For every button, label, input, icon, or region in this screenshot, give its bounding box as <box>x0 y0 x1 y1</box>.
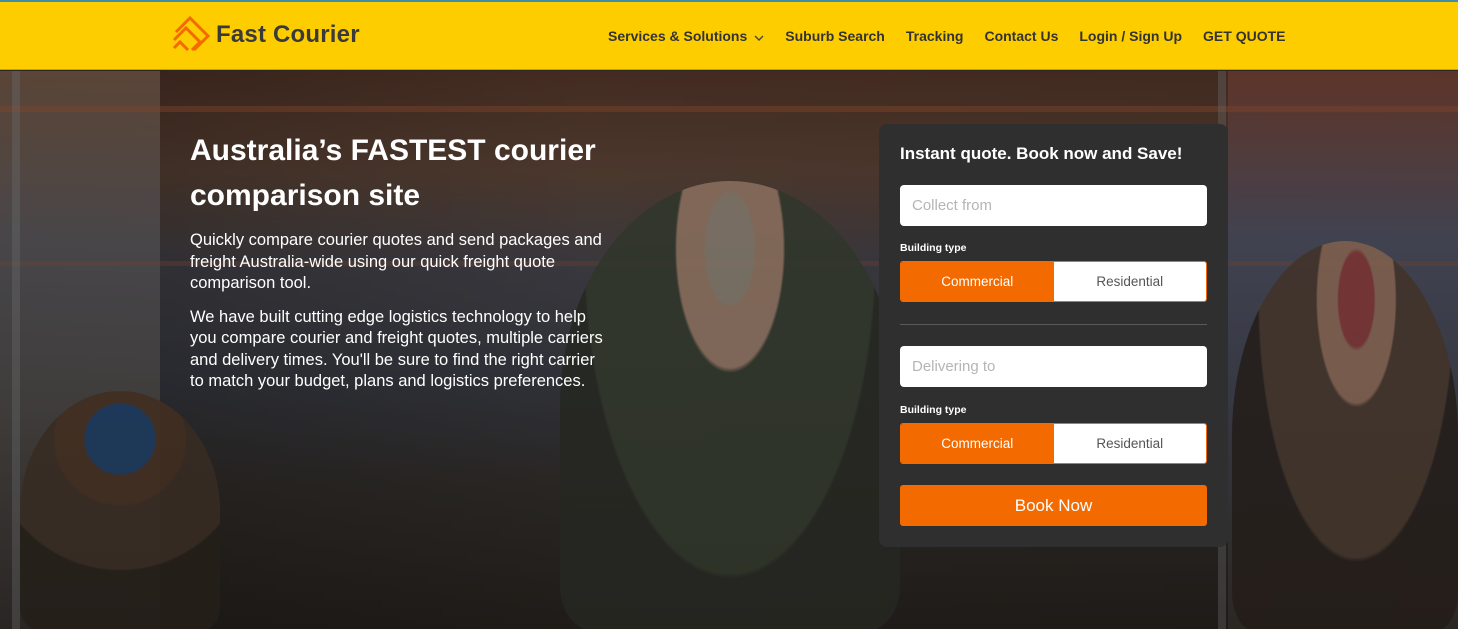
collect-building-type-label: Building type <box>900 242 967 254</box>
nav-label: Services & Solutions <box>608 28 748 44</box>
nav-label: Suburb Search <box>785 28 885 44</box>
quote-card-title: Instant quote. Book now and Save! <box>900 144 1183 163</box>
nav-services-solutions[interactable]: Services & Solutions <box>608 28 764 44</box>
instant-quote-card: Instant quote. Book now and Save! Buildi… <box>879 124 1228 547</box>
collect-from-input[interactable] <box>900 185 1207 226</box>
logo-icon <box>172 16 210 52</box>
hero-section: Australia’s FASTEST courier comparison s… <box>0 71 1458 629</box>
hero-paragraph-2: We have built cutting edge logistics tec… <box>190 307 603 391</box>
deliver-commercial-option[interactable]: Commercial <box>901 424 1054 463</box>
deliver-building-type-label: Building type <box>900 404 967 416</box>
deliver-building-type-toggle: Commercial Residential <box>900 423 1207 464</box>
book-now-button[interactable]: Book Now <box>900 485 1207 526</box>
nav-contact-us[interactable]: Contact Us <box>984 28 1058 44</box>
hero-paragraph-1: Quickly compare courier quotes and send … <box>190 231 602 292</box>
site-header: Fast Courier Services & Solutions Suburb… <box>0 2 1458 70</box>
delivering-to-input[interactable] <box>900 346 1207 387</box>
deliver-residential-option[interactable]: Residential <box>1053 424 1206 463</box>
hero-copy: Australia’s FASTEST courier comparison s… <box>190 128 610 393</box>
chevron-down-icon <box>754 28 764 44</box>
main-nav: Services & Solutions Suburb Search Track… <box>608 26 1285 46</box>
logo-text: Fast Courier <box>216 21 360 48</box>
nav-label: Tracking <box>905 28 964 44</box>
collect-residential-option[interactable]: Residential <box>1053 262 1206 301</box>
nav-login-signup[interactable]: Login / Sign Up <box>1079 28 1182 44</box>
form-divider <box>900 324 1207 325</box>
nav-tracking[interactable]: Tracking <box>906 28 964 44</box>
nav-label: Login / Sign Up <box>1079 28 1183 44</box>
nav-get-quote[interactable]: GET QUOTE <box>1203 28 1285 44</box>
nav-label: GET QUOTE <box>1203 28 1286 44</box>
nav-suburb-search[interactable]: Suburb Search <box>785 28 885 44</box>
collect-commercial-option[interactable]: Commercial <box>901 262 1054 301</box>
hero-headline: Australia’s FASTEST courier comparison s… <box>190 134 596 212</box>
nav-label: Contact Us <box>984 28 1059 44</box>
logo[interactable]: Fast Courier <box>172 16 360 53</box>
collect-building-type-toggle: Commercial Residential <box>900 261 1207 302</box>
